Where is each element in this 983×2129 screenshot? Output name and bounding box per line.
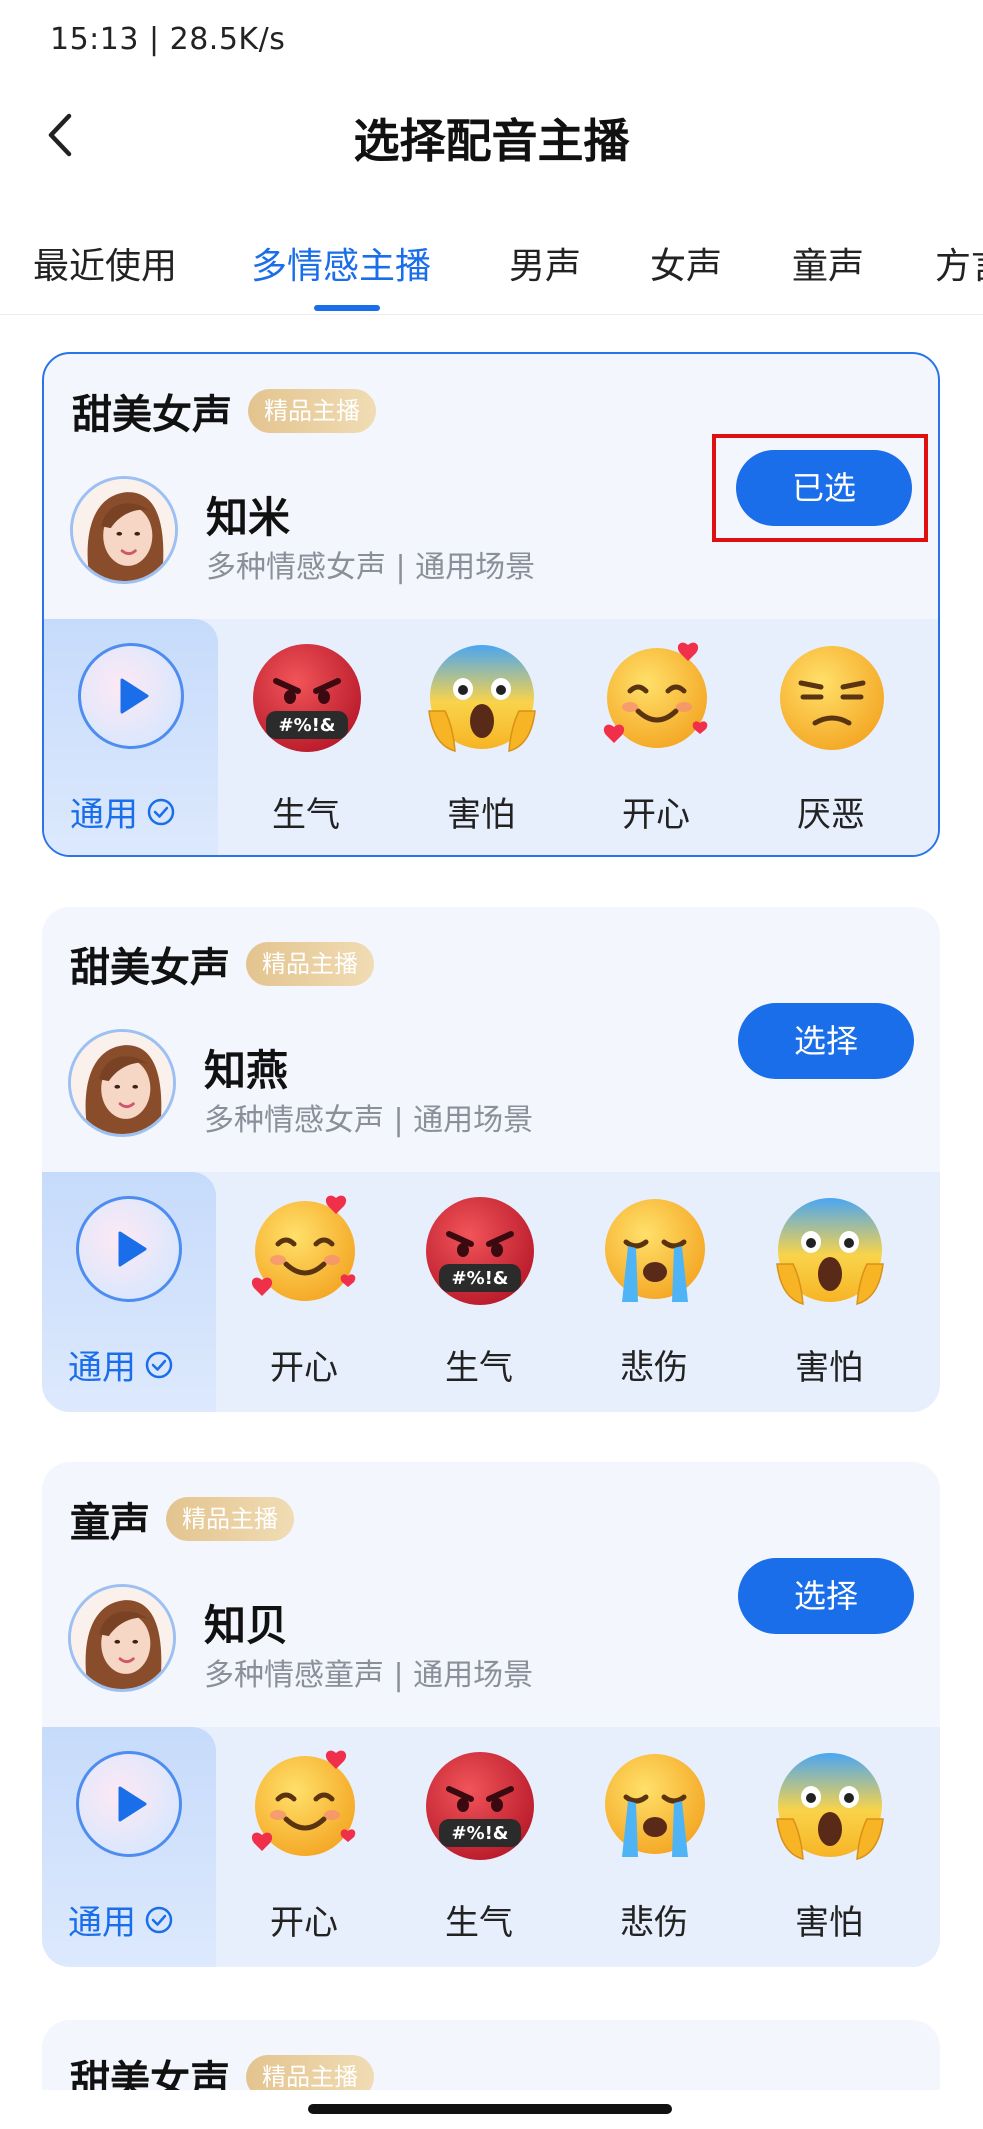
speaker-card[interactable]: 甜美女声 精品主播知燕多种情感女声 | 通用场景 选择通用 开心 #%!& 生气 悲伤 害怕 bbox=[42, 907, 940, 1412]
tab-multi-emotion[interactable]: 多情感主播 bbox=[251, 237, 431, 289]
emotion-row: 通用 开心 #%!& 生气 悲伤 害怕 bbox=[42, 1727, 940, 1967]
premium-badge: 精品主播 bbox=[166, 1497, 294, 1541]
speaker-name: 知贝 bbox=[204, 1601, 289, 1650]
card-header: 甜美女声 精品主播 bbox=[70, 935, 374, 993]
emotion-option[interactable]: 厌恶 bbox=[761, 619, 901, 855]
emotion-label: 生气 bbox=[445, 1903, 513, 1943]
nav-bar: 选择配音主播 bbox=[0, 95, 983, 185]
category-title: 甜美女声 bbox=[72, 392, 232, 438]
play-icon bbox=[118, 1786, 147, 1822]
card-header: 甜美女声 精品主播 bbox=[72, 382, 376, 440]
tab-child[interactable]: 童声 bbox=[792, 237, 864, 289]
speaker-card[interactable]: 童声 精品主播知贝多种情感童声 | 通用场景 选择通用 开心 #%!& 生气 悲伤 害怕 bbox=[42, 1462, 940, 1967]
avatar bbox=[68, 1029, 176, 1137]
tab-male[interactable]: 男声 bbox=[509, 237, 581, 289]
category-title: 童声 bbox=[70, 1500, 150, 1546]
general-label: 通用 bbox=[70, 787, 176, 836]
emotion-label: 生气 bbox=[272, 795, 340, 835]
emotion-option[interactable]: 开心 bbox=[234, 1727, 374, 1967]
select-button[interactable]: 选择 bbox=[738, 1003, 914, 1079]
check-circle-icon bbox=[145, 1351, 173, 1378]
tab-dialect[interactable]: 方言 bbox=[935, 237, 983, 289]
speaker-name: 知燕 bbox=[204, 1046, 289, 1095]
general-sample[interactable]: 通用 bbox=[44, 619, 218, 855]
emotion-option[interactable]: 悲伤 bbox=[584, 1172, 724, 1412]
premium-badge: 精品主播 bbox=[248, 389, 376, 433]
general-label: 通用 bbox=[68, 1895, 174, 1944]
check-circle-icon bbox=[145, 1906, 173, 1933]
highlight-box bbox=[712, 434, 928, 542]
svg-text:#%!&: #%!& bbox=[451, 1823, 508, 1844]
svg-text:#%!&: #%!& bbox=[451, 1268, 508, 1289]
avatar bbox=[68, 1584, 176, 1692]
avatar bbox=[70, 476, 178, 584]
emotion-option[interactable]: 悲伤 bbox=[584, 1727, 724, 1967]
emotion-label: 害怕 bbox=[795, 1903, 863, 1943]
emotion-option[interactable]: 开心 bbox=[234, 1172, 374, 1412]
emotion-label: 害怕 bbox=[795, 1348, 863, 1388]
emotion-option[interactable]: #%!& 生气 bbox=[236, 619, 376, 855]
speaker-description: 多种情感女声 | 通用场景 bbox=[204, 1103, 534, 1138]
play-button[interactable] bbox=[76, 1751, 182, 1857]
tab-bar: 最近使用 多情感主播 男声 女声 童声 方言 bbox=[0, 225, 983, 315]
emotion-label: 生气 bbox=[445, 1348, 513, 1388]
emotion-label: 开心 bbox=[270, 1348, 338, 1388]
check-circle-icon bbox=[147, 798, 175, 825]
play-icon bbox=[120, 678, 149, 714]
emotion-label: 厌恶 bbox=[797, 795, 865, 835]
emotion-row: 通用 #%!& 生气 害怕 开心 厌恶 bbox=[44, 619, 938, 855]
general-label: 通用 bbox=[68, 1340, 174, 1389]
play-button[interactable] bbox=[76, 1196, 182, 1302]
emotion-option[interactable]: 害怕 bbox=[759, 1727, 899, 1967]
speaker-description: 多种情感童声 | 通用场景 bbox=[204, 1658, 534, 1693]
general-label-text: 通用 bbox=[68, 1348, 136, 1388]
page-title: 选择配音主播 bbox=[353, 114, 630, 168]
svg-text:#%!&: #%!& bbox=[278, 715, 335, 736]
emotion-label: 开心 bbox=[622, 795, 690, 835]
home-indicator[interactable] bbox=[308, 2104, 672, 2114]
emotion-option[interactable]: 开心 bbox=[586, 619, 726, 855]
speaker-name: 知米 bbox=[206, 493, 291, 542]
play-button[interactable] bbox=[78, 643, 184, 749]
premium-badge: 精品主播 bbox=[246, 942, 374, 986]
general-label-text: 通用 bbox=[70, 795, 138, 835]
tab-indicator bbox=[314, 305, 380, 311]
emotion-label: 悲伤 bbox=[620, 1348, 688, 1388]
emotion-label: 悲伤 bbox=[620, 1903, 688, 1943]
general-label-text: 通用 bbox=[68, 1903, 136, 1943]
tab-female[interactable]: 女声 bbox=[650, 237, 722, 289]
card-header: 童声 精品主播 bbox=[70, 1490, 294, 1548]
speaker-description: 多种情感女声 | 通用场景 bbox=[206, 550, 536, 585]
emotion-option[interactable]: 害怕 bbox=[411, 619, 551, 855]
screen: 15:13 | 28.5K/s 选择配音主播 最近使用 多情感主播 男声 女声 … bbox=[0, 0, 983, 2129]
general-sample[interactable]: 通用 bbox=[42, 1727, 216, 1967]
emotion-option[interactable]: #%!& 生气 bbox=[409, 1727, 549, 1967]
select-button[interactable]: 选择 bbox=[738, 1558, 914, 1634]
emotion-row: 通用 开心 #%!& 生气 悲伤 害怕 bbox=[42, 1172, 940, 1412]
tab-recent[interactable]: 最近使用 bbox=[33, 237, 177, 289]
emotion-label: 开心 bbox=[270, 1903, 338, 1943]
category-title: 甜美女声 bbox=[70, 945, 230, 991]
play-icon bbox=[118, 1231, 147, 1267]
speaker-card[interactable]: 甜美女声 精品主播 知米 多种情感女声 | 通用场景 已选 通用 #%!& 生气 害怕 开心 厌恶 bbox=[42, 352, 940, 857]
emotion-option[interactable]: 害怕 bbox=[759, 1172, 899, 1412]
emotion-option[interactable]: #%!& 生气 bbox=[409, 1172, 549, 1412]
emotion-label: 害怕 bbox=[447, 795, 515, 835]
general-sample[interactable]: 通用 bbox=[42, 1172, 216, 1412]
status-bar-text: 15:13 | 28.5K/s bbox=[50, 22, 286, 57]
